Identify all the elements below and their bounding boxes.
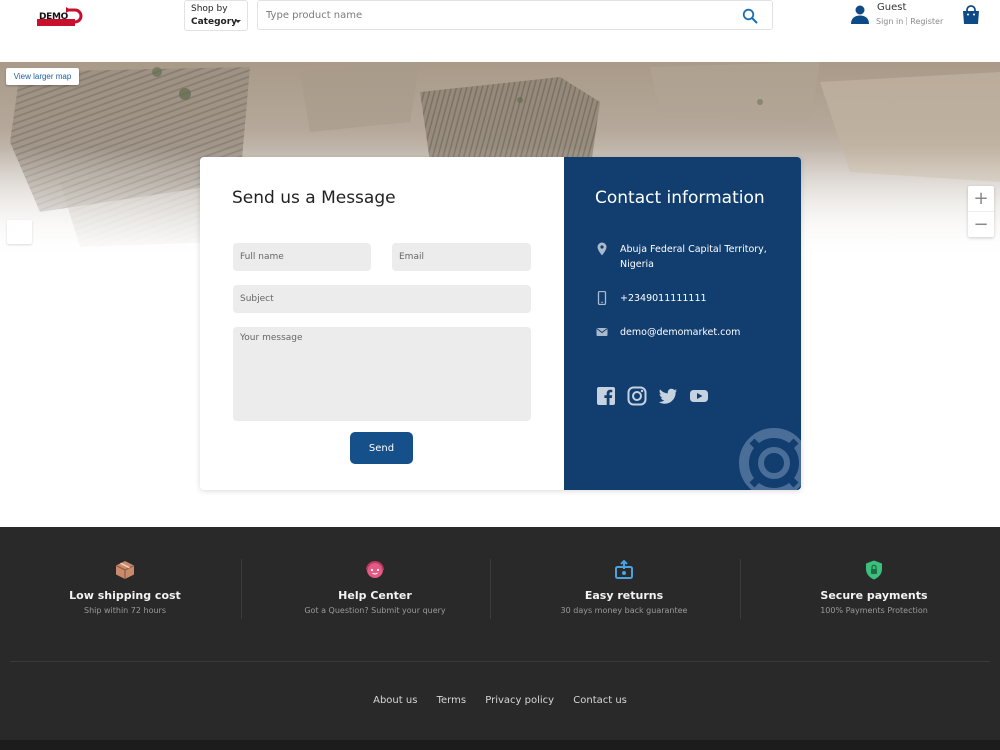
about-us-link[interactable]: About us [373, 695, 417, 706]
location-pin-icon [597, 242, 607, 256]
footer-bottom-strip [0, 740, 1000, 750]
feature-easy-returns: Easy returns 30 days money back guarante… [499, 559, 749, 615]
support-icon [366, 561, 384, 578]
feature-subtitle: 100% Payments Protection [820, 606, 928, 615]
feature-help-center: Help Center Got a Question? Submit your … [250, 559, 500, 615]
feature-title: Easy returns [584, 589, 664, 602]
message-field[interactable] [233, 327, 531, 421]
mail-icon [596, 328, 608, 336]
contact-us-link[interactable]: Contact us [573, 695, 627, 706]
register-link[interactable]: Register [910, 17, 943, 26]
search-icon[interactable] [742, 8, 758, 24]
email-text[interactable]: demo@demomarket.com [620, 325, 790, 340]
divider [241, 559, 242, 619]
contact-card: Send us a Message Send Contact informati… [200, 157, 801, 490]
auth-links: Sign in Register [876, 17, 943, 26]
twitter-icon[interactable] [658, 386, 678, 406]
box-icon [115, 561, 135, 579]
user-icon[interactable] [850, 4, 870, 24]
message-form: Send us a Message Send [200, 157, 564, 490]
site-footer: Low shipping cost Ship within 72 hours H… [0, 527, 1000, 750]
divider [906, 17, 908, 25]
feature-subtitle: Got a Question? Submit your query [304, 606, 446, 615]
divider [490, 559, 491, 619]
feature-secure-payments: Secure payments 100% Payments Protection [749, 559, 999, 615]
footer-links: About us Terms Privacy policy Contact us [0, 695, 1000, 706]
user-name: Guest [877, 2, 907, 13]
feature-title: Help Center [338, 589, 412, 602]
address-text: Abuja Federal Capital Territory, Nigeria [620, 244, 767, 270]
youtube-icon[interactable] [689, 386, 709, 406]
shield-lock-icon [866, 560, 882, 580]
chevron-down-icon [235, 20, 241, 23]
email-field[interactable] [392, 243, 531, 271]
privacy-policy-link[interactable]: Privacy policy [485, 695, 554, 706]
shop-by-category-dropdown[interactable]: Shop by Category [184, 0, 248, 31]
shopping-bag-icon[interactable] [962, 5, 980, 25]
zoom-in-button[interactable]: + [968, 186, 994, 211]
contact-info-title: Contact information [595, 188, 765, 208]
send-button[interactable]: Send [350, 432, 413, 464]
logo-text: DEMO [39, 12, 69, 22]
feature-subtitle: 30 days money back guarantee [560, 606, 688, 615]
divider [740, 559, 741, 619]
form-title: Send us a Message [232, 188, 396, 208]
map-fullscreen-button[interactable] [7, 220, 32, 244]
subject-field[interactable] [233, 285, 531, 313]
view-larger-map-link[interactable]: View larger map [6, 68, 79, 85]
feature-subtitle: Ship within 72 hours [83, 606, 166, 615]
instagram-icon[interactable] [627, 386, 647, 406]
zoom-out-button[interactable]: − [968, 211, 994, 236]
feature-title: Secure payments [820, 589, 928, 602]
contact-info-panel: Contact information Abuja Federal Capita… [564, 157, 801, 490]
site-header: DEMO Shop by Category Guest Sign in Regis… [0, 0, 1000, 62]
feature-title: Low shipping cost [69, 589, 181, 602]
map-zoom-control: + − [968, 186, 994, 237]
search-bar [257, 0, 773, 30]
logo[interactable]: DEMO [37, 6, 83, 28]
footer-divider [10, 661, 990, 662]
phone-text[interactable]: +2349011111111 [620, 291, 790, 306]
full-name-field[interactable] [233, 243, 371, 271]
feature-low-shipping: Low shipping cost Ship within 72 hours [0, 559, 250, 615]
sign-in-link[interactable]: Sign in [876, 17, 903, 26]
return-icon [615, 559, 633, 579]
terms-link[interactable]: Terms [437, 695, 466, 706]
facebook-icon[interactable] [596, 386, 616, 406]
social-links [596, 386, 716, 406]
search-input[interactable] [258, 1, 718, 29]
phone-icon [597, 291, 607, 305]
shop-by-label: Shop by [191, 4, 228, 14]
lifebuoy-icon [739, 428, 801, 490]
